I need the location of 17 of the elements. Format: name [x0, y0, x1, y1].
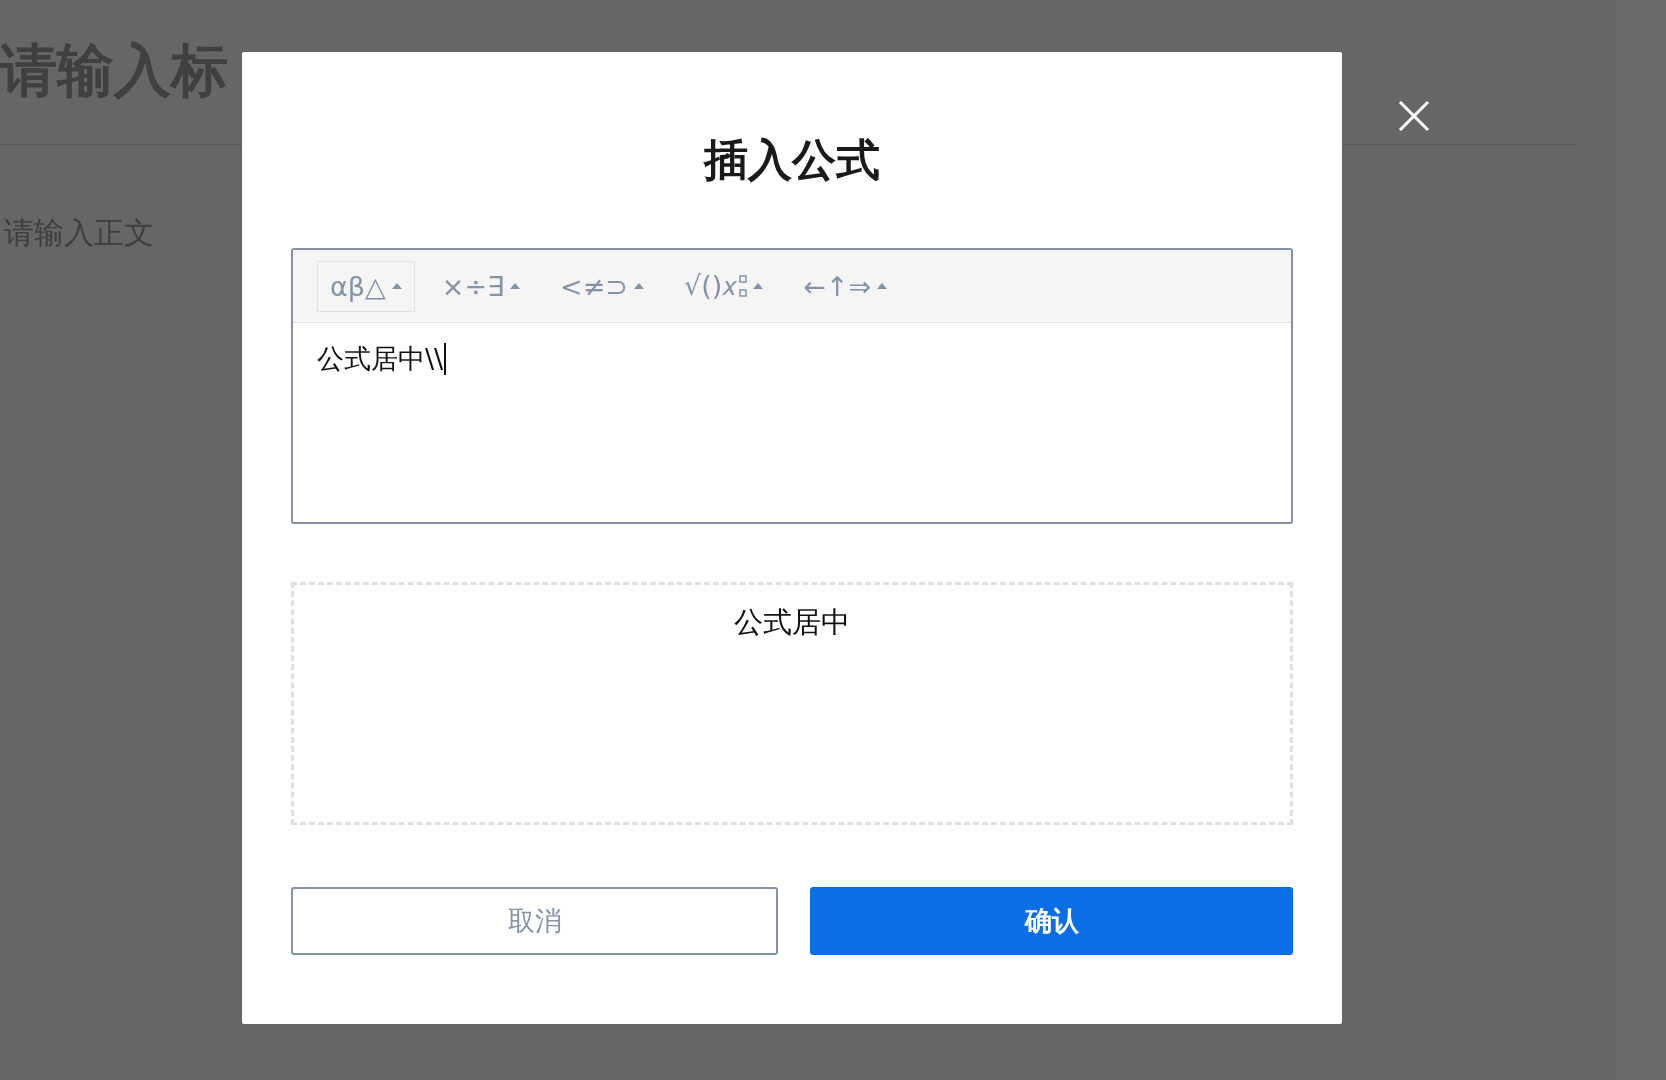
dialog-title: 插入公式: [704, 133, 880, 187]
symbol-dropdown[interactable]: αβ△: [317, 260, 415, 312]
caret-icon: [510, 283, 521, 289]
preview-text: 公式居中: [734, 604, 850, 641]
close-icon[interactable]: [1398, 100, 1430, 132]
script-boxes-icon: [739, 275, 748, 297]
cancel-button[interactable]: 取消: [291, 887, 778, 955]
caret-icon: [753, 283, 764, 289]
confirm-button[interactable]: 确认: [810, 887, 1293, 955]
caret-icon: [634, 283, 644, 289]
symbol-dropdown[interactable]: ←↑⇒: [790, 260, 901, 312]
symbol-dropdown[interactable]: <≠⊃: [547, 260, 657, 312]
caret-icon: [391, 283, 402, 289]
caret-icon: [877, 283, 888, 289]
formula-input[interactable]: 公式居中\\: [293, 323, 471, 395]
symbol-dropdown[interactable]: √()𝑥: [671, 260, 777, 312]
symbol-dropdown[interactable]: ×÷∃: [428, 260, 534, 312]
